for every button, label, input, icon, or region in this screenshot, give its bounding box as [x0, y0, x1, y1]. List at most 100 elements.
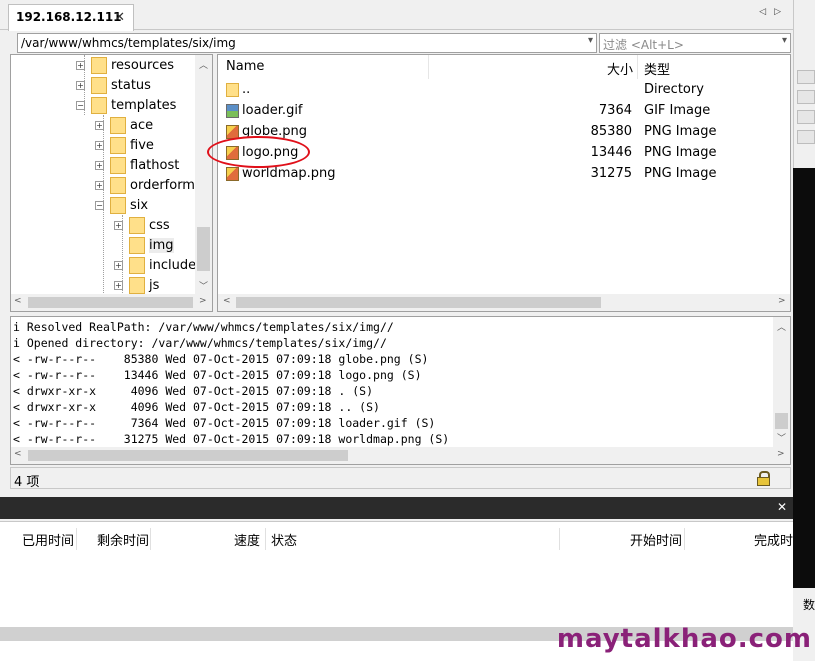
chevron-down-icon[interactable]: ▾: [782, 35, 787, 46]
log-line: i Opened directory: /var/www/whmcs/templ…: [13, 336, 387, 350]
lock-icon: [757, 471, 770, 486]
session-tab[interactable]: 192.168.12.111 ✕: [8, 4, 134, 31]
collapse-icon[interactable]: −: [76, 100, 85, 110]
column-header-remaining[interactable]: 剩余时间: [97, 530, 149, 549]
chevron-up-icon[interactable]: ︿: [777, 320, 786, 333]
file-row[interactable]: .. Directory: [218, 80, 790, 101]
tree-item[interactable]: + ace: [95, 115, 153, 135]
log-horizontal-scrollbar[interactable]: < >: [11, 447, 790, 464]
tree-vertical-scrollbar[interactable]: ︿ ﹀: [195, 55, 212, 294]
watermark: maytalkhao.com: [556, 624, 812, 654]
tree-item-label: flathost: [130, 157, 180, 173]
expand-icon[interactable]: +: [114, 220, 123, 230]
file-row[interactable]: loader.gif 7364 GIF Image: [218, 101, 790, 122]
tree-item[interactable]: + status: [76, 75, 151, 95]
chevron-right-icon[interactable]: >: [199, 296, 207, 306]
tree-item[interactable]: + flathost: [95, 155, 179, 175]
background-terminal: [793, 168, 815, 588]
filter-placeholder: 过滤 <Alt+L>: [603, 38, 684, 52]
column-header-size[interactable]: 大小: [607, 55, 633, 79]
expand-icon[interactable]: +: [76, 60, 85, 70]
scrollbar-thumb[interactable]: [775, 413, 788, 429]
folder-icon: [91, 76, 107, 94]
file-type: GIF Image: [644, 103, 711, 118]
tree-item[interactable]: + orderforms: [95, 175, 202, 195]
chevron-right-icon[interactable]: >: [778, 296, 786, 306]
file-size: 31275: [590, 166, 632, 181]
file-name: loader.gif: [242, 103, 303, 118]
folder-icon: [129, 236, 145, 254]
session-tab-label: 192.168.12.111: [16, 10, 122, 24]
scrollbar-thumb[interactable]: [28, 297, 193, 308]
file-type: Directory: [644, 82, 704, 97]
close-icon[interactable]: ✕: [777, 500, 787, 514]
expand-icon[interactable]: +: [95, 160, 104, 170]
tree-item[interactable]: + includes: [114, 255, 203, 275]
scrollbar-thumb[interactable]: [236, 297, 601, 308]
file-type: PNG Image: [644, 124, 717, 139]
expand-icon[interactable]: +: [95, 140, 104, 150]
expand-icon[interactable]: +: [95, 180, 104, 190]
file-type: PNG Image: [644, 145, 717, 160]
file-name: worldmap.png: [242, 166, 336, 181]
tree-item[interactable]: − six: [95, 195, 148, 215]
tree-item[interactable]: − templates: [76, 95, 176, 115]
column-header-state[interactable]: 状态: [271, 530, 297, 549]
filter-input[interactable]: 过滤 <Alt+L> ▾: [599, 33, 791, 53]
tree-item-label: img: [149, 237, 174, 253]
tree-item-label: resources: [111, 57, 175, 73]
folder-icon: [110, 116, 126, 134]
directory-tree: + resources + status − templates + ace +…: [10, 54, 213, 312]
tree-item-label: templates: [111, 97, 177, 113]
path-value: /var/www/whmcs/templates/six/img: [21, 36, 236, 50]
file-size: 7364: [598, 103, 632, 118]
tree-item[interactable]: + resources: [76, 55, 174, 75]
transfer-title-bar: ✕: [0, 497, 793, 519]
column-header-type[interactable]: 类型: [644, 55, 670, 79]
chevron-down-icon[interactable]: ﹀: [777, 431, 786, 444]
tree-item[interactable]: + js: [114, 275, 159, 295]
chevron-left-icon[interactable]: <: [14, 449, 22, 459]
expand-icon[interactable]: +: [114, 260, 123, 270]
tree-horizontal-scrollbar[interactable]: < >: [11, 294, 212, 311]
column-header-speed[interactable]: 速度: [234, 530, 260, 549]
file-row[interactable]: worldmap.png 31275 PNG Image: [218, 164, 790, 185]
chevron-down-icon[interactable]: ﹀: [199, 279, 208, 292]
close-icon[interactable]: ✕: [114, 10, 125, 25]
file-row[interactable]: globe.png 85380 PNG Image: [218, 122, 790, 143]
column-header-elapsed[interactable]: 已用时间: [22, 530, 74, 549]
expand-icon[interactable]: +: [114, 280, 123, 290]
column-header-finish[interactable]: 完成时: [754, 530, 793, 549]
chevron-right-icon[interactable]: >: [777, 449, 785, 459]
expand-icon[interactable]: +: [76, 80, 85, 90]
file-list: Name 大小 类型 .. Directory loader.gif 7364 …: [217, 54, 791, 312]
folder-icon: [129, 276, 145, 294]
log-line: < -rw-r--r-- 85380 Wed 07-Oct-2015 07:09…: [13, 352, 429, 366]
column-header-start[interactable]: 开始时间: [630, 530, 682, 549]
folder-icon: [129, 256, 145, 274]
file-list-horizontal-scrollbar[interactable]: < >: [218, 294, 790, 311]
scrollbar-thumb[interactable]: [197, 227, 210, 271]
chevron-down-icon[interactable]: ▾: [588, 35, 593, 46]
log-line: < -rw-r--r-- 31275 Wed 07-Oct-2015 07:09…: [13, 432, 450, 446]
chevron-up-icon[interactable]: ︿: [199, 58, 208, 71]
file-size: 85380: [590, 124, 632, 139]
log-vertical-scrollbar[interactable]: ︿ ﹀: [773, 317, 790, 447]
tree-item-selected[interactable]: img: [129, 235, 174, 255]
folder-icon: [226, 83, 239, 97]
tree-item[interactable]: + five: [95, 135, 154, 155]
tab-scroll-arrows-icon[interactable]: ◁▷: [759, 7, 789, 17]
collapse-icon[interactable]: −: [95, 200, 104, 210]
chevron-left-icon[interactable]: <: [14, 296, 22, 306]
chevron-left-icon[interactable]: <: [223, 296, 231, 306]
path-input[interactable]: /var/www/whmcs/templates/six/img ▾: [17, 33, 597, 53]
background-window-edge: [793, 0, 815, 168]
column-header-name[interactable]: Name: [226, 55, 264, 79]
expand-icon[interactable]: +: [95, 120, 104, 130]
scrollbar-thumb[interactable]: [28, 450, 348, 461]
folder-icon: [110, 156, 126, 174]
log-panel: i Resolved RealPath: /var/www/whmcs/temp…: [10, 316, 791, 465]
file-size: 13446: [590, 145, 632, 160]
tree-item-label: status: [111, 77, 151, 93]
tree-item[interactable]: + css: [114, 215, 170, 235]
